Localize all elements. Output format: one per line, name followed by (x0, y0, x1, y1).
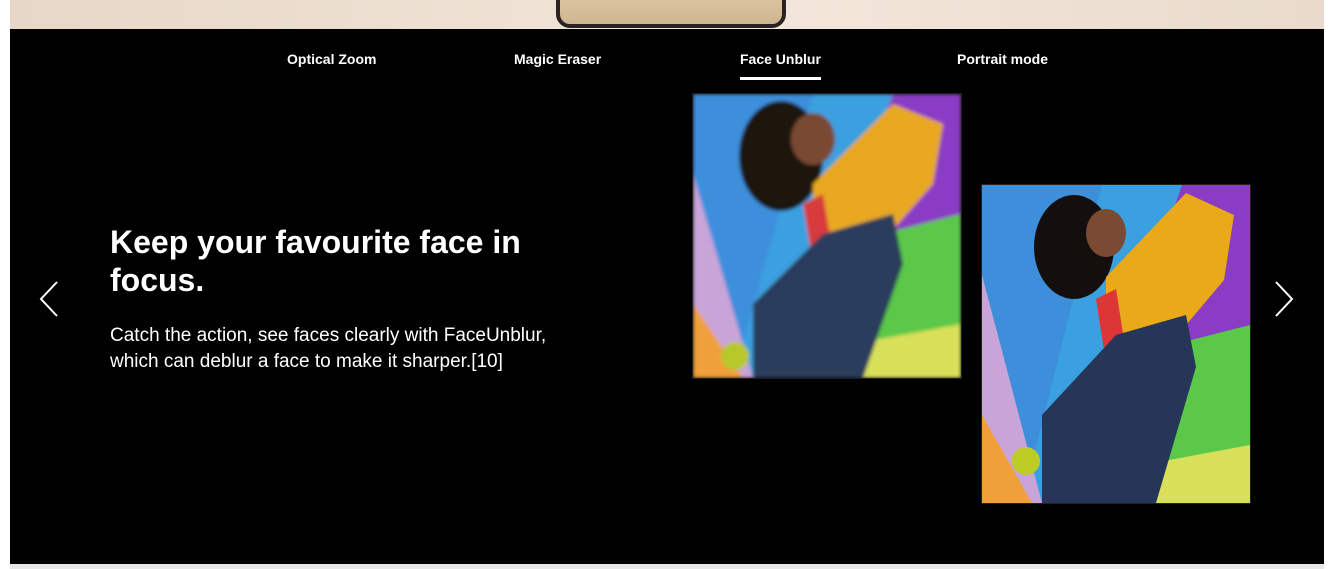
chevron-right-icon (1275, 281, 1294, 317)
person-jumping-sharp-image (982, 185, 1250, 503)
chevron-left-icon (39, 281, 58, 317)
after-photo (981, 184, 1251, 504)
person-jumping-blurred-image (693, 94, 961, 378)
feature-description: Catch the action, see faces clearly with… (110, 325, 547, 372)
feature-tabs: Optical Zoom Magic Eraser Face Unblur Po… (10, 29, 1324, 89)
feature-carousel: Optical Zoom Magic Eraser Face Unblur Po… (10, 29, 1324, 564)
page-edge-right (1324, 0, 1334, 569)
tab-face-unblur[interactable]: Face Unblur (740, 51, 821, 81)
tab-magic-eraser[interactable]: Magic Eraser (514, 51, 601, 81)
feature-headline: Keep your favourite face in focus. (110, 224, 521, 298)
page-divider (10, 564, 1324, 569)
tab-portrait-mode[interactable]: Portrait mode (957, 51, 1048, 81)
page-edge-left (0, 0, 10, 569)
next-slide-button[interactable] (1268, 279, 1298, 319)
before-photo (692, 93, 962, 379)
previous-section-preview (10, 0, 1324, 29)
phone-product-image (556, 0, 786, 28)
previous-slide-button[interactable] (35, 279, 65, 319)
tab-optical-zoom[interactable]: Optical Zoom (287, 51, 376, 81)
